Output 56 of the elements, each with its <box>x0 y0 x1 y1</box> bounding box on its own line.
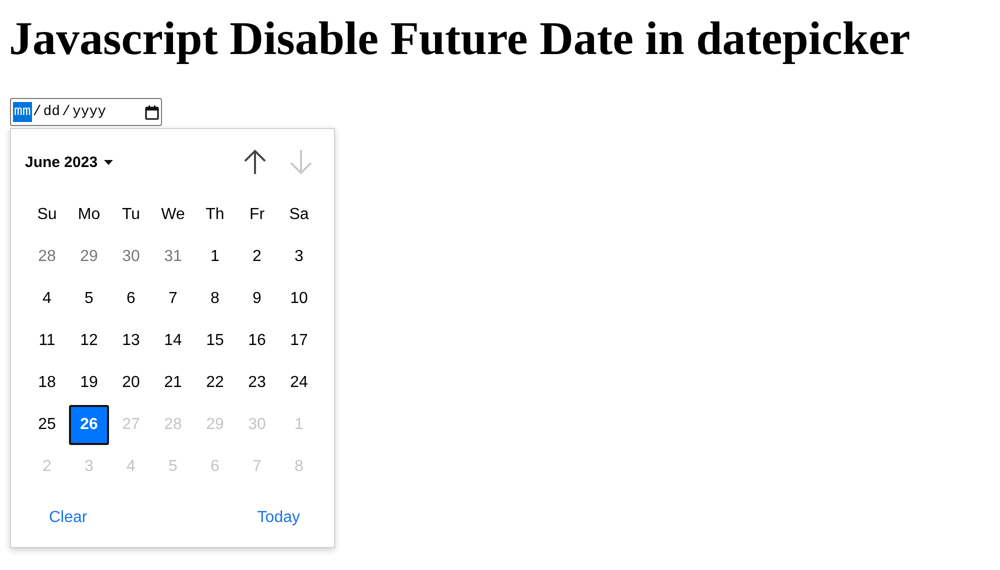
day-cell[interactable]: 29 <box>69 237 109 277</box>
clear-button[interactable]: Clear <box>43 505 94 531</box>
day-cell-text: 28 <box>163 415 183 435</box>
day-cell[interactable]: 6 <box>111 279 151 319</box>
day-cell-text: 27 <box>121 415 141 435</box>
day-cell[interactable]: 30 <box>111 237 151 277</box>
day-cell-text: 6 <box>210 457 220 477</box>
day-cell[interactable]: 19 <box>69 363 109 403</box>
day-cell[interactable]: 15 <box>195 321 235 361</box>
day-cell[interactable]: 10 <box>279 279 319 319</box>
date-input-field[interactable]: mm/dd/yyyy <box>10 98 162 126</box>
day-cell[interactable]: 26 <box>69 405 109 445</box>
today-button[interactable]: Today <box>251 505 306 531</box>
day-cell[interactable]: 9 <box>237 279 277 319</box>
weekday-label: Th <box>204 205 226 225</box>
day-cell-text: 2 <box>42 457 52 477</box>
day-cell-text: 5 <box>168 457 178 477</box>
day-cell[interactable]: 8 <box>195 279 235 319</box>
day-cell[interactable]: 28 <box>27 237 67 277</box>
day-cell[interactable]: 17 <box>279 321 319 361</box>
weekday-label: Mo <box>76 205 102 225</box>
caret-icon <box>104 160 113 164</box>
weekday-label: Su <box>36 205 58 225</box>
page-title: Javascript Disable Future Date in datepicker <box>8 12 910 66</box>
month-year-dropdown[interactable]: June 2023 <box>21 150 117 174</box>
day-cell[interactable]: 5 <box>69 279 109 319</box>
day-cell[interactable]: 23 <box>237 363 277 403</box>
day-cell[interactable]: 22 <box>195 363 235 403</box>
day-cell[interactable]: 25 <box>27 405 67 445</box>
day-cell[interactable]: 12 <box>69 321 109 361</box>
day-cell[interactable]: 31 <box>153 237 193 277</box>
day-cell[interactable]: 7 <box>153 279 193 319</box>
day-cell[interactable]: 2 <box>237 237 277 277</box>
weekday-label: Fr <box>248 205 266 225</box>
day-cell[interactable]: 16 <box>237 321 277 361</box>
day-cell[interactable]: 21 <box>153 363 193 403</box>
day-cell-text: 30 <box>247 415 267 435</box>
weekday-label: Sa <box>288 205 310 225</box>
weekday-label: We <box>160 205 186 225</box>
day-cell[interactable]: 1 <box>195 237 235 277</box>
day-cell-text: 8 <box>294 457 304 477</box>
day-cell[interactable]: 4 <box>27 279 67 319</box>
day-cell[interactable]: 13 <box>111 321 151 361</box>
day-cell-text: 1 <box>294 415 304 435</box>
day-cell-text: 4 <box>126 457 136 477</box>
calendar-icon[interactable] <box>145 104 159 120</box>
day-cell[interactable]: 3 <box>279 237 319 277</box>
day-cell-text: 3 <box>84 457 94 477</box>
day-cell[interactable]: 11 <box>27 321 67 361</box>
weekday-label: Tu <box>120 205 142 225</box>
day-cell[interactable]: 14 <box>153 321 193 361</box>
day-cell-text: 29 <box>205 415 225 435</box>
day-cell[interactable]: 20 <box>111 363 151 403</box>
day-cell[interactable]: 24 <box>279 363 319 403</box>
day-cell[interactable]: 18 <box>27 363 67 403</box>
day-cell-text: 7 <box>252 457 262 477</box>
